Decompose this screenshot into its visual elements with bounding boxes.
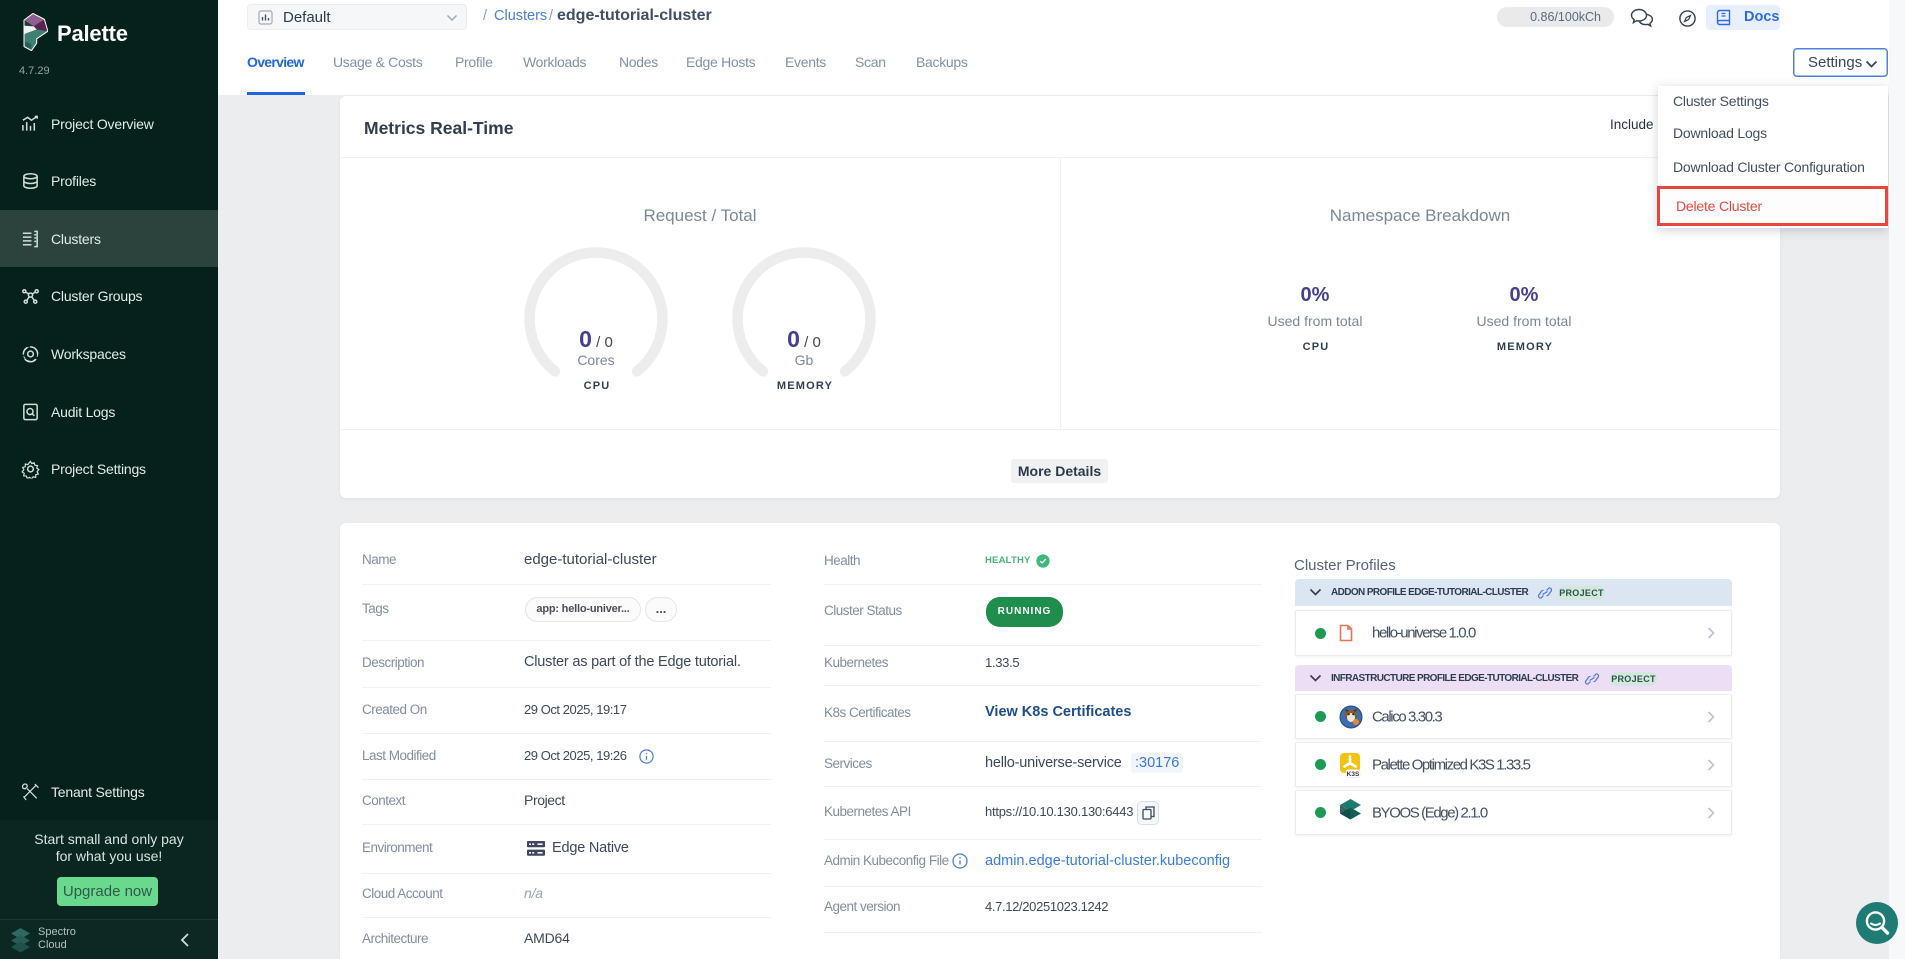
svg-text:K3S: K3S: [1347, 771, 1360, 778]
